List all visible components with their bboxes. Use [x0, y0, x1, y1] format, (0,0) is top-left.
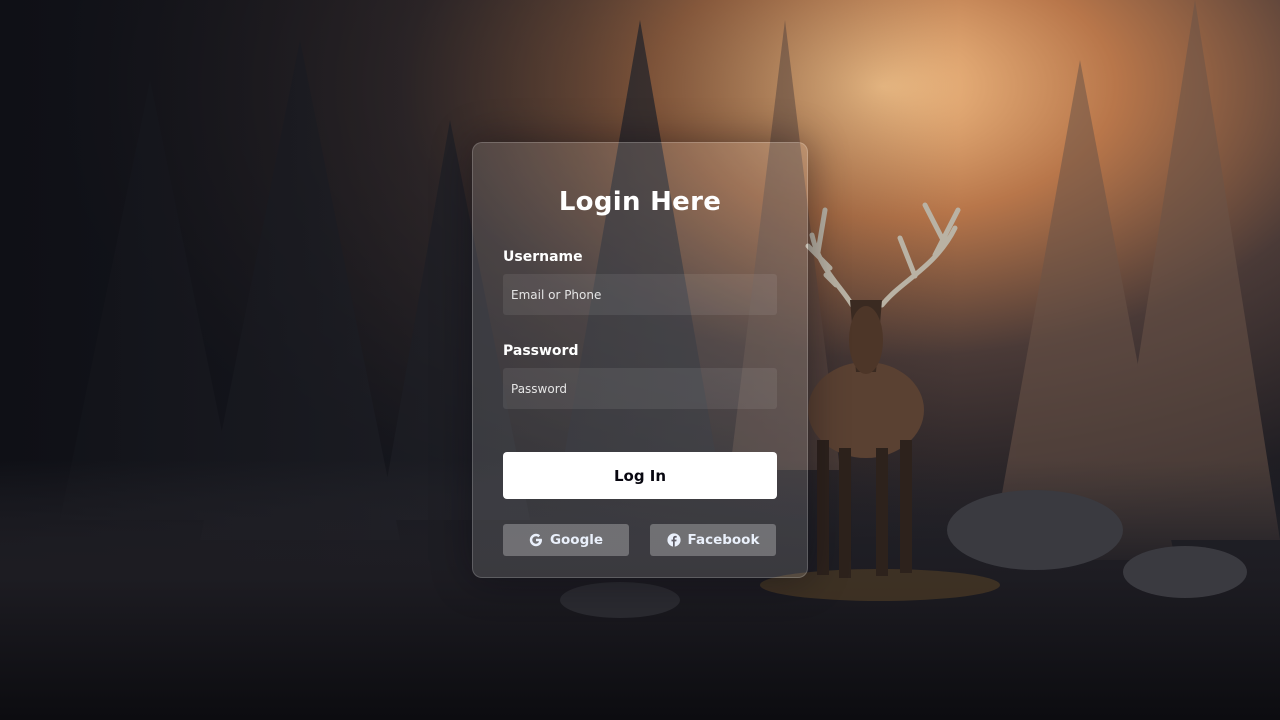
login-form: Login Here Username Password Log In Goog… [472, 142, 808, 578]
login-title: Login Here [558, 187, 722, 217]
password-label: Password [503, 343, 579, 359]
facebook-label: Facebook [687, 532, 760, 548]
google-icon [529, 533, 543, 547]
google-login-button[interactable]: Google [503, 524, 629, 556]
google-label: Google [549, 532, 604, 548]
login-page: Login Here Username Password Log In Goog… [0, 0, 1280, 720]
password-input[interactable] [503, 368, 777, 409]
facebook-login-button[interactable]: Facebook [650, 524, 776, 556]
username-label: Username [503, 249, 583, 265]
login-button[interactable]: Log In [503, 452, 777, 499]
username-input[interactable] [503, 274, 777, 315]
facebook-icon [666, 533, 681, 547]
